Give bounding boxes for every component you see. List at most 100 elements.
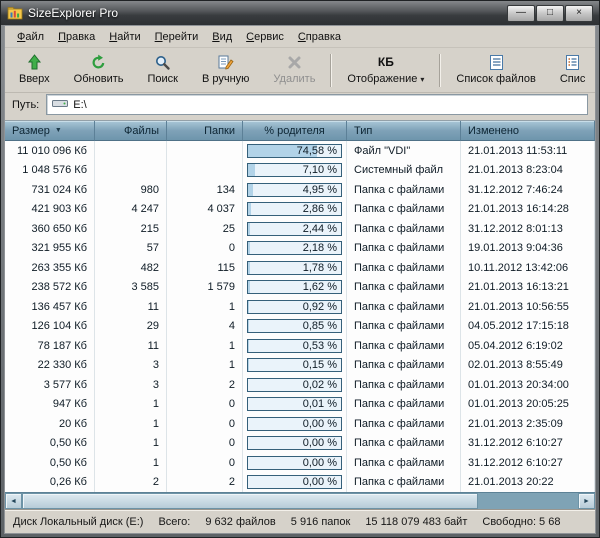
table-row[interactable]: 321 955 Кб5702,18 %Папка с файлами19.01.…: [5, 239, 595, 259]
percent-bar: 0,00 %: [247, 456, 342, 470]
table-row[interactable]: 0,26 Кб220,00 %Папка с файлами21.01.2013…: [5, 473, 595, 493]
cell-folders: 1: [167, 336, 243, 356]
toolbar-button-refresh[interactable]: Обновить: [62, 50, 136, 91]
cell-files: 482: [95, 258, 167, 278]
status-item: 5 916 папок: [291, 516, 351, 528]
horizontal-scrollbar[interactable]: ◄ ►: [5, 492, 595, 509]
table-row[interactable]: 731 024 Кб9801344,95 %Папка с файлами31.…: [5, 180, 595, 200]
cell-type: Папка с файлами: [347, 239, 461, 259]
cell-folders: 1: [167, 297, 243, 317]
column-header-4[interactable]: % родителя: [243, 121, 347, 141]
table-row[interactable]: 0,50 Кб100,00 %Папка с файлами31.12.2012…: [5, 453, 595, 473]
table-header-row: Размер▼ФайлыПапки% родителяТип Изменено: [5, 121, 595, 141]
menu-item[interactable]: Найти: [102, 28, 147, 46]
scroll-right-button[interactable]: ►: [578, 493, 595, 509]
scrollbar-thumb[interactable]: [22, 493, 478, 509]
toolbar-button-label: В ручную: [202, 73, 249, 85]
table-row[interactable]: 0,50 Кб100,00 %Папка с файлами31.12.2012…: [5, 434, 595, 454]
menu-item[interactable]: Правка: [51, 28, 102, 46]
cell-folders: 134: [167, 180, 243, 200]
percent-fill: [248, 184, 253, 196]
table-body: 11 010 096 Кб74,58 %Файл "VDI"21.01.2013…: [5, 141, 595, 492]
cell-percent: 0,02 %: [243, 375, 347, 395]
cell-size: 947 Кб: [5, 395, 95, 415]
column-header-3[interactable]: Папки: [167, 121, 243, 141]
cell-folders: 2: [167, 473, 243, 493]
table-row[interactable]: 263 355 Кб4821151,78 %Папка с файлами10.…: [5, 258, 595, 278]
minimize-button[interactable]: —: [507, 5, 535, 22]
menu-item[interactable]: Файл: [10, 28, 51, 46]
table-row[interactable]: 360 650 Кб215252,44 %Папка с файлами31.1…: [5, 219, 595, 239]
toolbar-separator: [439, 54, 441, 87]
table-row[interactable]: 136 457 Кб1110,92 %Папка с файлами21.01.…: [5, 297, 595, 317]
table-row[interactable]: 1 048 576 Кб7,10 %Системный файл21.01.20…: [5, 161, 595, 181]
column-header-2[interactable]: Файлы: [95, 121, 167, 141]
table-row[interactable]: 11 010 096 Кб74,58 %Файл "VDI"21.01.2013…: [5, 141, 595, 161]
toolbar-button-file-list-2[interactable]: Спис: [548, 50, 595, 91]
cell-folders: [167, 161, 243, 181]
cell-type: Папка с файлами: [347, 317, 461, 337]
cell-folders: [167, 141, 243, 161]
table-row[interactable]: 238 572 Кб3 5851 5791,62 %Папка с файлам…: [5, 278, 595, 298]
toolbar-button-search[interactable]: Поиск: [135, 50, 189, 91]
cell-modified: 02.01.2013 8:55:49: [461, 356, 595, 376]
cell-type: Папка с файлами: [347, 278, 461, 298]
percent-bar: 0,02 %: [247, 378, 342, 392]
menu-item[interactable]: Сервис: [239, 28, 291, 46]
cell-folders: 115: [167, 258, 243, 278]
toolbar-button-up[interactable]: Вверх: [7, 50, 62, 91]
percent-bar: 2,18 %: [247, 241, 342, 255]
table-row[interactable]: 126 104 Кб2940,85 %Папка с файлами04.05.…: [5, 317, 595, 337]
toolbar-button-label: Спис: [560, 73, 586, 85]
cell-files: 11: [95, 297, 167, 317]
title-bar[interactable]: SizeExplorer Pro — □ ×: [1, 1, 599, 25]
scrollbar-track[interactable]: [22, 493, 578, 509]
cell-percent: 0,00 %: [243, 434, 347, 454]
cell-folders: 4: [167, 317, 243, 337]
cell-type: Папка с файлами: [347, 356, 461, 376]
column-header-1[interactable]: Размер▼: [5, 121, 95, 141]
table-row[interactable]: 3 577 Кб320,02 %Папка с файлами01.01.201…: [5, 375, 595, 395]
column-header-5[interactable]: Тип: [347, 121, 461, 141]
table-row[interactable]: 20 Кб100,00 %Папка с файлами21.01.2013 2…: [5, 414, 595, 434]
cell-type: Папка с файлами: [347, 297, 461, 317]
cell-percent: 0,53 %: [243, 336, 347, 356]
percent-bar: 2,86 %: [247, 202, 342, 216]
chevron-down-icon: ▾: [420, 75, 424, 84]
cell-size: 3 577 Кб: [5, 375, 95, 395]
cell-folders: 0: [167, 434, 243, 454]
table-row[interactable]: 22 330 Кб310,15 %Папка с файлами02.01.20…: [5, 356, 595, 376]
cell-type: Папка с файлами: [347, 336, 461, 356]
cell-files: 1: [95, 414, 167, 434]
cell-files: [95, 161, 167, 181]
status-item: 9 632 файлов: [205, 516, 275, 528]
menu-item[interactable]: Справка: [291, 28, 348, 46]
units-icon: КБ: [378, 53, 394, 71]
toolbar-button-units[interactable]: КБОтображение▾: [335, 50, 436, 91]
toolbar-button-file-list[interactable]: Список файлов: [444, 50, 547, 91]
percent-bar: 7,10 %: [247, 163, 342, 177]
toolbar-button-delete: Удалить: [261, 50, 327, 91]
scroll-left-button[interactable]: ◄: [5, 493, 22, 509]
cell-folders: 25: [167, 219, 243, 239]
percent-fill: [248, 203, 251, 215]
cell-folders: 4 037: [167, 200, 243, 220]
cell-files: 3: [95, 375, 167, 395]
status-item: 15 118 079 483 байт: [365, 516, 467, 528]
menu-item[interactable]: Перейти: [148, 28, 206, 46]
toolbar-button-manual[interactable]: В ручную: [190, 50, 261, 91]
table-row[interactable]: 421 903 Кб4 2474 0372,86 %Папка с файлам…: [5, 200, 595, 220]
close-button[interactable]: ×: [565, 5, 593, 22]
column-header-6[interactable]: Изменено: [461, 121, 595, 141]
path-input[interactable]: E:\: [46, 94, 588, 115]
table-row[interactable]: 947 Кб100,01 %Папка с файлами01.01.2013 …: [5, 395, 595, 415]
cell-percent: 0,00 %: [243, 414, 347, 434]
menu-item[interactable]: Вид: [205, 28, 239, 46]
status-item: Свободно: 5 68: [482, 516, 560, 528]
maximize-button[interactable]: □: [536, 5, 564, 22]
cell-folders: 2: [167, 375, 243, 395]
table-row[interactable]: 78 187 Кб1110,53 %Папка с файлами05.04.2…: [5, 336, 595, 356]
percent-bar: 0,85 %: [247, 319, 342, 333]
column-header-label: Изменено: [468, 125, 519, 137]
cell-percent: 4,95 %: [243, 180, 347, 200]
